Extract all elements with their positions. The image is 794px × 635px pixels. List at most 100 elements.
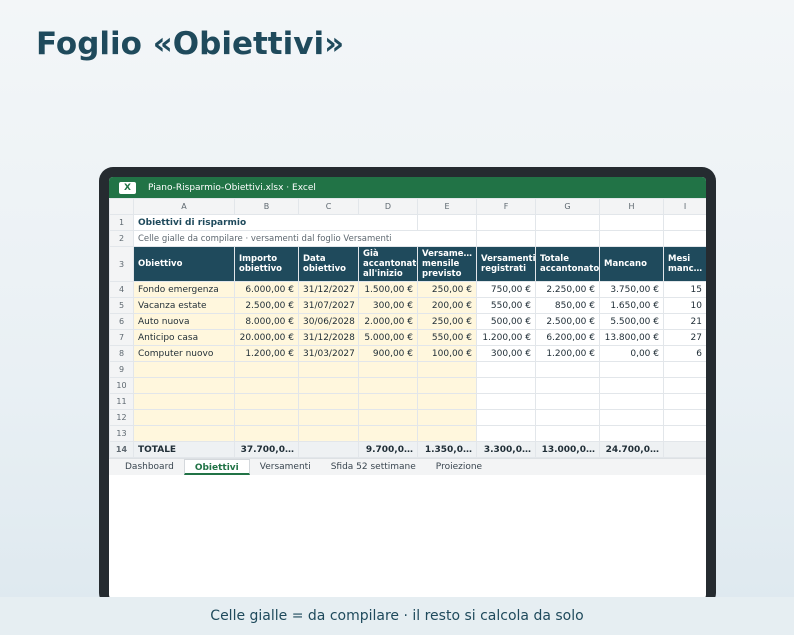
row-number[interactable]: 14 xyxy=(109,441,134,458)
data-cell[interactable]: 750,00 € xyxy=(476,281,536,298)
total-cell[interactable]: 24.700,0… xyxy=(599,441,664,458)
tab-sfida-52-settimane[interactable]: Sfida 52 settimane xyxy=(321,459,426,475)
data-cell[interactable]: Auto nuova xyxy=(133,313,235,330)
column-header-b[interactable]: B xyxy=(234,198,299,215)
empty-cell[interactable] xyxy=(298,361,359,378)
data-cell[interactable]: 2.000,00 € xyxy=(358,313,418,330)
data-cell[interactable]: 850,00 € xyxy=(535,297,600,314)
empty-cell[interactable] xyxy=(663,393,706,410)
cell[interactable] xyxy=(535,214,600,231)
row-number[interactable]: 6 xyxy=(109,313,134,330)
cell[interactable] xyxy=(599,230,664,247)
row-number[interactable]: 13 xyxy=(109,425,134,442)
empty-cell[interactable] xyxy=(358,393,418,410)
data-cell[interactable]: 300,00 € xyxy=(358,297,418,314)
empty-cell[interactable] xyxy=(298,425,359,442)
row-number[interactable]: 8 xyxy=(109,345,134,362)
data-cell[interactable]: 2.500,00 € xyxy=(234,297,299,314)
empty-cell[interactable] xyxy=(234,393,299,410)
header-cell[interactable]: Totale accantonato xyxy=(535,246,600,282)
tab-proiezione[interactable]: Proiezione xyxy=(426,459,492,475)
data-cell[interactable]: Computer nuovo xyxy=(133,345,235,362)
row-number[interactable]: 7 xyxy=(109,329,134,346)
data-cell[interactable]: 1.200,00 € xyxy=(234,345,299,362)
data-cell[interactable]: 1.650,00 € xyxy=(599,297,664,314)
total-cell[interactable]: 3.300,0… xyxy=(476,441,536,458)
empty-cell[interactable] xyxy=(599,393,664,410)
data-cell[interactable]: 31/03/2027 xyxy=(298,345,359,362)
row-number[interactable]: 12 xyxy=(109,409,134,426)
empty-cell[interactable] xyxy=(535,361,600,378)
row-number[interactable]: 3 xyxy=(109,246,134,282)
tab-obiettivi[interactable]: Obiettivi xyxy=(183,459,250,475)
cell[interactable] xyxy=(476,214,536,231)
empty-cell[interactable] xyxy=(358,361,418,378)
total-cell[interactable]: TOTALE xyxy=(133,441,235,458)
empty-cell[interactable] xyxy=(535,377,600,394)
empty-cell[interactable] xyxy=(476,409,536,426)
empty-cell[interactable] xyxy=(599,377,664,394)
data-cell[interactable]: 550,00 € xyxy=(417,329,477,346)
row-number[interactable]: 1 xyxy=(109,214,134,231)
empty-cell[interactable] xyxy=(663,425,706,442)
empty-cell[interactable] xyxy=(417,409,477,426)
empty-cell[interactable] xyxy=(535,393,600,410)
column-header-e[interactable]: E xyxy=(417,198,477,215)
row-number[interactable]: 9 xyxy=(109,361,134,378)
row-number[interactable]: 5 xyxy=(109,297,134,314)
data-cell[interactable]: 31/12/2028 xyxy=(298,329,359,346)
empty-cell[interactable] xyxy=(417,425,477,442)
data-cell[interactable]: 21 xyxy=(663,313,706,330)
select-all-corner[interactable] xyxy=(109,198,134,215)
data-cell[interactable]: 13.800,00 € xyxy=(599,329,664,346)
data-cell[interactable]: 10 xyxy=(663,297,706,314)
data-cell[interactable]: 300,00 € xyxy=(476,345,536,362)
data-cell[interactable]: 550,00 € xyxy=(476,297,536,314)
empty-cell[interactable] xyxy=(535,409,600,426)
data-cell[interactable]: 250,00 € xyxy=(417,281,477,298)
empty-cell[interactable] xyxy=(234,409,299,426)
data-cell[interactable]: 250,00 € xyxy=(417,313,477,330)
data-cell[interactable]: 5.000,00 € xyxy=(358,329,418,346)
data-cell[interactable]: Vacanza estate xyxy=(133,297,235,314)
total-cell[interactable]: 13.000,0… xyxy=(535,441,600,458)
header-cell[interactable]: Versamenti registrati xyxy=(476,246,536,282)
column-header-f[interactable]: F xyxy=(476,198,536,215)
empty-cell[interactable] xyxy=(663,409,706,426)
cell[interactable] xyxy=(417,214,477,231)
total-cell[interactable]: 1.350,0… xyxy=(417,441,477,458)
data-cell[interactable]: 6.200,00 € xyxy=(535,329,600,346)
total-cell[interactable] xyxy=(663,441,706,458)
tab-versamenti[interactable]: Versamenti xyxy=(250,459,321,475)
row-number[interactable]: 4 xyxy=(109,281,134,298)
data-cell[interactable]: 2.250,00 € xyxy=(535,281,600,298)
data-cell[interactable]: 15 xyxy=(663,281,706,298)
header-cell[interactable]: Già accantonato all'inizio xyxy=(358,246,418,282)
empty-cell[interactable] xyxy=(663,377,706,394)
column-header-a[interactable]: A xyxy=(133,198,235,215)
header-cell[interactable]: Importo obiettivo xyxy=(234,246,299,282)
data-cell[interactable]: 3.750,00 € xyxy=(599,281,664,298)
data-cell[interactable]: 5.500,00 € xyxy=(599,313,664,330)
row-number[interactable]: 11 xyxy=(109,393,134,410)
total-cell[interactable]: 37.700,0… xyxy=(234,441,299,458)
data-cell[interactable]: 8.000,00 € xyxy=(234,313,299,330)
sheet-subtitle[interactable]: Celle gialle da compilare · versamenti d… xyxy=(133,230,477,247)
empty-cell[interactable] xyxy=(133,393,235,410)
empty-cell[interactable] xyxy=(133,377,235,394)
header-cell[interactable]: Mancano xyxy=(599,246,664,282)
header-cell[interactable]: Data obiettivo xyxy=(298,246,359,282)
empty-cell[interactable] xyxy=(234,361,299,378)
empty-cell[interactable] xyxy=(298,377,359,394)
empty-cell[interactable] xyxy=(417,377,477,394)
header-cell[interactable]: Mesi manc… xyxy=(663,246,706,282)
empty-cell[interactable] xyxy=(234,377,299,394)
header-cell[interactable]: Obiettivo xyxy=(133,246,235,282)
empty-cell[interactable] xyxy=(133,425,235,442)
column-header-g[interactable]: G xyxy=(535,198,600,215)
cell[interactable] xyxy=(476,230,536,247)
spreadsheet-grid[interactable]: A B C D E F G H I 1 Obiettivi di risparmio 2 Celle g… xyxy=(109,198,706,458)
empty-cell[interactable] xyxy=(599,361,664,378)
data-cell[interactable]: 500,00 € xyxy=(476,313,536,330)
column-header-i[interactable]: I xyxy=(663,198,706,215)
